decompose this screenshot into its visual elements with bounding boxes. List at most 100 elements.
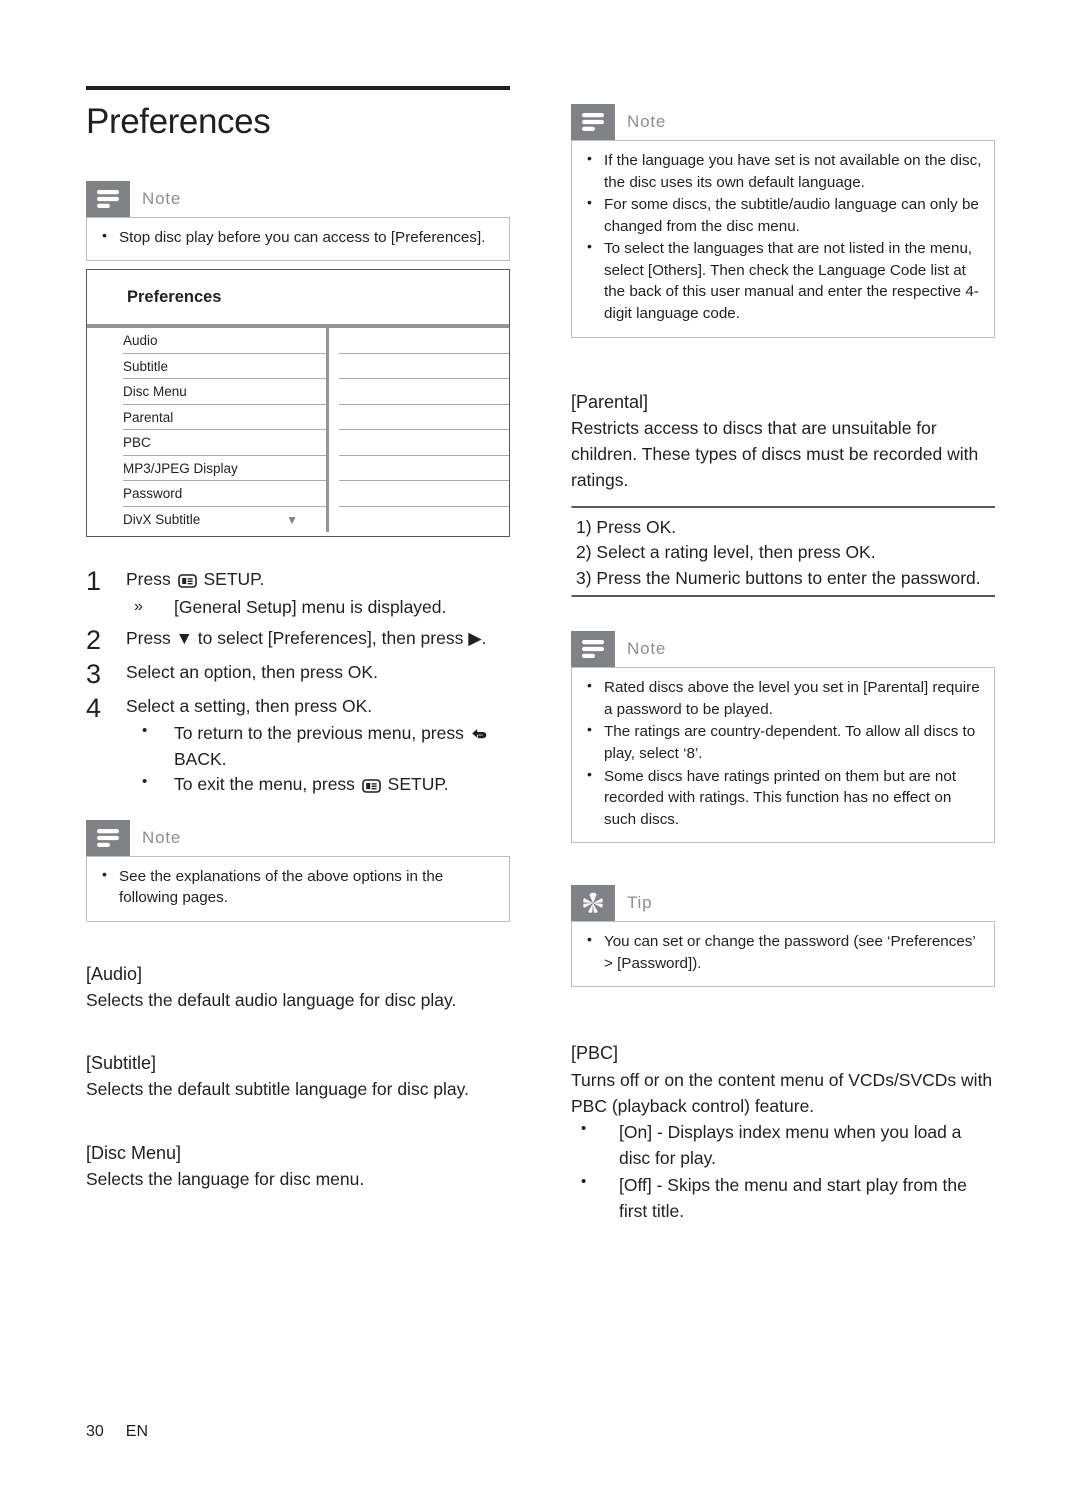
menu-value-cell xyxy=(339,507,509,533)
section-body-text: Selects the language for disc menu. xyxy=(86,1168,365,1189)
list-item: To exit the menu, press SETUP. xyxy=(126,771,510,797)
menu-item-mp3-jpeg-display[interactable]: MP3/JPEG Display xyxy=(123,456,326,482)
callout-body: Rated discs above the level you set in [… xyxy=(571,667,995,844)
callout-label: Note xyxy=(627,639,667,659)
manual-page: Preferences Note Stop disc play before y… xyxy=(0,0,1080,1509)
preferences-option-column: Audio Subtitle Disc Menu Parental PBC MP… xyxy=(87,328,326,532)
step-2: 2 Press ▼ to select [Preferences], then … xyxy=(86,626,510,654)
list-item: You can set or change the password (see … xyxy=(582,930,982,974)
tip-box-password: Tip You can set or change the password (… xyxy=(571,885,995,988)
menu-value-cell xyxy=(339,405,509,431)
parental-procedure-box: 1) Press OK. 2) Select a rating level, t… xyxy=(571,505,995,598)
menu-item-label: PBC xyxy=(123,435,151,451)
preferences-value-column xyxy=(326,328,509,533)
list-item: To select the languages that are not lis… xyxy=(582,237,982,324)
step-body: Select an option, then press OK. xyxy=(126,660,510,688)
menu-item-disc-menu[interactable]: Disc Menu xyxy=(123,379,326,405)
note-box-parental: Note Rated discs above the level you set… xyxy=(571,631,995,844)
menu-value-cell xyxy=(339,481,509,507)
preferences-menu-rows: Audio Subtitle Disc Menu Parental PBC MP… xyxy=(87,328,509,536)
step-4: 4 Select a setting, then press OK. To re… xyxy=(86,694,510,798)
callout-label: Note xyxy=(627,112,667,131)
note-lines-icon xyxy=(97,189,119,208)
section-subtitle: [Subtitle] Selects the default subtitle … xyxy=(86,1051,510,1102)
note-lines-icon xyxy=(582,640,604,659)
callout-label: Note xyxy=(142,827,182,847)
step-body: Press ▼ to select [Preferences], then pr… xyxy=(126,626,510,654)
bullet-list: If the language you have set is not avai… xyxy=(582,149,982,325)
page-footer: 30 EN xyxy=(86,1423,148,1441)
list-item: If the language you have set is not avai… xyxy=(582,149,982,193)
preferences-menu-header: Preferences xyxy=(87,270,509,329)
step-number: 3 xyxy=(86,659,102,690)
list-item: See the explanations of the above option… xyxy=(97,865,497,909)
step-body: Press SETUP. [General Setup] menu is dis… xyxy=(126,567,510,620)
section-heading: [PBC] xyxy=(571,1043,619,1064)
list-item: To return to the previous menu, press BA… xyxy=(126,720,510,772)
note-badge xyxy=(86,819,130,856)
step-substep-list: To return to the previous menu, press BA… xyxy=(126,720,510,797)
step-text-before: Press xyxy=(126,569,176,590)
left-column: Preferences Note Stop disc play before y… xyxy=(86,86,510,1222)
menu-item-pbc[interactable]: PBC xyxy=(123,430,326,456)
pbc-option-list: [On] - Displays index menu when you load… xyxy=(571,1118,995,1224)
substep-text-after: SETUP. xyxy=(382,774,449,795)
callout-label: Note xyxy=(142,188,182,208)
list-item: [General Setup] menu is displayed. xyxy=(126,595,510,620)
list-item: 2) Select a rating level, then press OK. xyxy=(576,542,876,563)
step-number: 2 xyxy=(86,625,102,656)
section-body-text: Restricts access to discs that are unsui… xyxy=(571,417,979,491)
list-item: The ratings are country-dependent. To al… xyxy=(582,720,982,764)
back-arrow-icon xyxy=(471,729,487,739)
menu-item-label: Disc Menu xyxy=(123,384,187,400)
step-text-after: SETUP. xyxy=(198,569,265,590)
list-item: 3) Press the Numeric buttons to enter th… xyxy=(576,568,981,589)
menu-item-password[interactable]: Password xyxy=(123,481,326,507)
tip-star-icon xyxy=(583,893,603,913)
section-pbc: [PBC] Turns off or on the content menu o… xyxy=(571,1041,995,1224)
setup-icon xyxy=(177,574,197,589)
menu-item-label: Subtitle xyxy=(123,358,169,374)
callout-header: Note xyxy=(86,819,510,856)
menu-item-parental[interactable]: Parental xyxy=(123,405,326,431)
menu-item-divx-subtitle[interactable]: DivX Subtitle ▼ xyxy=(123,507,326,533)
list-item: Rated discs above the level you set in [… xyxy=(582,676,982,720)
menu-item-label: Audio xyxy=(123,333,158,349)
callout-header: Tip xyxy=(571,885,995,922)
callout-body: See the explanations of the above option… xyxy=(86,855,510,922)
note-box-see-explanations: Note See the explanations of the above o… xyxy=(86,819,510,922)
step-text: Select a setting, then press OK. xyxy=(126,696,373,717)
menu-item-subtitle[interactable]: Subtitle xyxy=(123,354,326,380)
setup-icon xyxy=(361,779,381,794)
step-text: Select an option, then press OK. xyxy=(126,662,378,683)
section-body-text: Selects the default audio language for d… xyxy=(86,989,457,1010)
section-audio: [Audio] Selects the default audio langua… xyxy=(86,962,510,1013)
menu-item-label: Password xyxy=(123,486,183,502)
step-number: 4 xyxy=(86,693,102,724)
callout-body: You can set or change the password (see … xyxy=(571,921,995,988)
tip-badge xyxy=(571,885,615,922)
step-body: Select a setting, then press OK. To retu… xyxy=(126,694,510,798)
step-1: 1 Press SETUP. [General Setup] menu is d… xyxy=(86,567,510,620)
page-title: Preferences xyxy=(86,102,271,141)
note-lines-icon xyxy=(97,828,119,847)
language-code: EN xyxy=(125,1423,149,1440)
menu-value-cell xyxy=(339,456,509,482)
scroll-down-arrow-icon[interactable]: ▼ xyxy=(286,513,298,527)
note-badge xyxy=(86,180,130,217)
section-body-text: Turns off or on the content menu of VCDs… xyxy=(571,1069,993,1116)
note-badge xyxy=(571,631,615,668)
section-heading: [Disc Menu] xyxy=(86,1142,182,1163)
section-heading: [Parental] xyxy=(571,391,649,412)
list-item: Some discs have ratings printed on them … xyxy=(582,765,982,831)
section-heading: [Subtitle] xyxy=(86,1053,157,1074)
substep-text-before: To exit the menu, press xyxy=(174,774,360,795)
list-item: Stop disc play before you can access to … xyxy=(97,226,497,249)
bullet-list: Stop disc play before you can access to … xyxy=(97,226,497,249)
callout-body: Stop disc play before you can access to … xyxy=(86,216,510,262)
menu-value-cell xyxy=(339,328,509,354)
callout-header: Note xyxy=(86,180,510,217)
menu-item-audio[interactable]: Audio xyxy=(123,328,326,354)
list-item: 1) Press OK. xyxy=(576,516,677,537)
callout-body: If the language you have set is not avai… xyxy=(571,140,995,338)
